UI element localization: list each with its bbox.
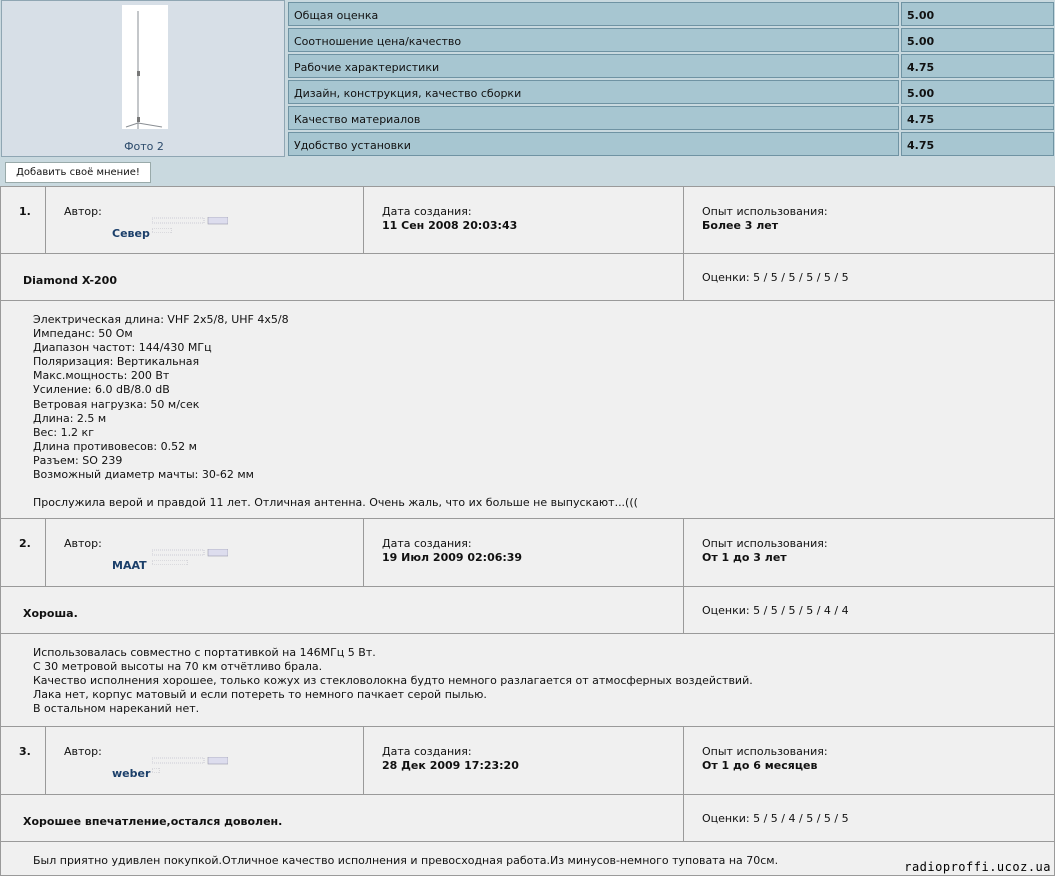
author-name-link[interactable]: weber [112, 767, 150, 780]
experience-value: От 1 до 6 месяцев [702, 759, 818, 772]
author-cell: Автор: weber [45, 726, 364, 795]
rating-value: 5.00 [901, 80, 1054, 104]
add-opinion-button[interactable]: Добавить своё мнение! [5, 162, 151, 183]
review-title: Хорошее впечатление,остался доволен. [23, 815, 283, 828]
author-counter-icon [152, 217, 228, 225]
experience-value: Более 3 лет [702, 219, 779, 232]
rating-row: Качество материалов 4.75 [288, 106, 1054, 130]
review-scores: Оценки: 5 / 5 / 5 / 5 / 4 / 4 [702, 604, 849, 617]
author-counter-icon [152, 549, 228, 557]
experience-cell: Опыт использования: От 1 до 6 месяцев [683, 726, 1055, 795]
rating-value: 5.00 [901, 28, 1054, 52]
experience-label: Опыт использования: [702, 745, 828, 758]
rating-row: Общая оценка 5.00 [288, 2, 1054, 26]
rating-value: 4.75 [901, 106, 1054, 130]
date-value: 28 Дек 2009 17:23:20 [382, 759, 519, 772]
rating-row: Удобство установки 4.75 [288, 132, 1054, 156]
rank-bar-icon [152, 228, 172, 233]
photo-panel: Фото 2 [1, 0, 285, 157]
date-cell: Дата создания: 11 Сен 2008 20:03:43 [363, 186, 684, 254]
site-watermark: radioproffi.ucoz.ua [904, 860, 1051, 874]
date-value: 19 Июл 2009 02:06:39 [382, 551, 523, 564]
review-title: Хороша. [23, 607, 78, 620]
review-scores: Оценки: 5 / 5 / 4 / 5 / 5 / 5 [702, 812, 849, 825]
experience-cell: Опыт использования: От 1 до 3 лет [683, 518, 1055, 587]
rank-bar-icon [152, 768, 160, 773]
author-name-link[interactable]: Север [112, 227, 150, 240]
rating-value: 4.75 [901, 54, 1054, 78]
review-number-cell: 1. [0, 186, 46, 254]
date-cell: Дата создания: 19 Июл 2009 02:06:39 [363, 518, 684, 587]
date-label: Дата создания: [382, 205, 472, 218]
review-number: 1. [19, 205, 31, 218]
author-label: Автор: [64, 537, 102, 550]
rating-row: Рабочие характеристики 4.75 [288, 54, 1054, 78]
experience-label: Опыт использования: [702, 205, 828, 218]
date-label: Дата создания: [382, 537, 472, 550]
scores-cell: Оценки: 5 / 5 / 5 / 5 / 4 / 4 [683, 586, 1055, 634]
review-title-cell: Хороша. [0, 586, 684, 634]
rating-label: Качество материалов [288, 106, 899, 130]
review-body-cell: Был приятно удивлен покупкой.Отличное ка… [0, 841, 1055, 876]
rating-value: 5.00 [901, 2, 1054, 26]
review-body: Использовалась совместно с портативкой н… [33, 646, 753, 716]
review-card: 3. Автор: weber Дата создания: 28 Дек 20… [0, 726, 1055, 876]
date-cell: Дата создания: 28 Дек 2009 17:23:20 [363, 726, 684, 795]
scores-cell: Оценки: 5 / 5 / 5 / 5 / 5 / 5 [683, 253, 1055, 301]
review-card: 1. Автор: Север Дата создания: 11 Сен 20… [0, 186, 1055, 519]
review-number: 2. [19, 537, 31, 550]
author-label: Автор: [64, 205, 102, 218]
review-body-cell: Электрическая длина: VHF 2x5/8, UHF 4x5/… [0, 300, 1055, 519]
photo-caption[interactable]: Фото 2 [2, 140, 286, 153]
author-cell: Автор: MAAT [45, 518, 364, 587]
date-value: 11 Сен 2008 20:03:43 [382, 219, 518, 232]
review-body: Электрическая длина: VHF 2x5/8, UHF 4x5/… [33, 313, 638, 510]
rating-value: 4.75 [901, 132, 1054, 156]
review-title-cell: Хорошее впечатление,остался доволен. [0, 794, 684, 842]
rating-row: Соотношение цена/качество 5.00 [288, 28, 1054, 52]
author-counter-icon [152, 757, 228, 765]
review-number-cell: 3. [0, 726, 46, 795]
review-number-cell: 2. [0, 518, 46, 587]
experience-cell: Опыт использования: Более 3 лет [683, 186, 1055, 254]
review-card: 2. Автор: MAAT Дата создания: 19 Июл 200… [0, 518, 1055, 727]
review-body: Был приятно удивлен покупкой.Отличное ка… [33, 854, 779, 867]
rank-bar-icon [152, 560, 188, 565]
author-name-link[interactable]: MAAT [112, 559, 147, 572]
experience-label: Опыт использования: [702, 537, 828, 550]
author-label: Автор: [64, 745, 102, 758]
ratings-table: Общая оценка 5.00 Соотношение цена/качес… [288, 2, 1054, 158]
scores-cell: Оценки: 5 / 5 / 4 / 5 / 5 / 5 [683, 794, 1055, 842]
rating-label: Соотношение цена/качество [288, 28, 899, 52]
rating-row: Дизайн, конструкция, качество сборки 5.0… [288, 80, 1054, 104]
rating-label: Дизайн, конструкция, качество сборки [288, 80, 899, 104]
rating-label: Удобство установки [288, 132, 899, 156]
antenna-image [125, 11, 163, 129]
rating-label: Общая оценка [288, 2, 899, 26]
author-cell: Автор: Север [45, 186, 364, 254]
review-title-cell: Diamond X-200 [0, 253, 684, 301]
review-body-cell: Использовалась совместно с портативкой н… [0, 633, 1055, 727]
review-number: 3. [19, 745, 31, 758]
date-label: Дата создания: [382, 745, 472, 758]
experience-value: От 1 до 3 лет [702, 551, 787, 564]
review-scores: Оценки: 5 / 5 / 5 / 5 / 5 / 5 [702, 271, 849, 284]
antenna-photo[interactable] [122, 5, 168, 129]
rating-label: Рабочие характеристики [288, 54, 899, 78]
review-title: Diamond X-200 [23, 274, 117, 287]
product-header: Фото 2 Общая оценка 5.00 Соотношение цен… [0, 0, 1055, 186]
